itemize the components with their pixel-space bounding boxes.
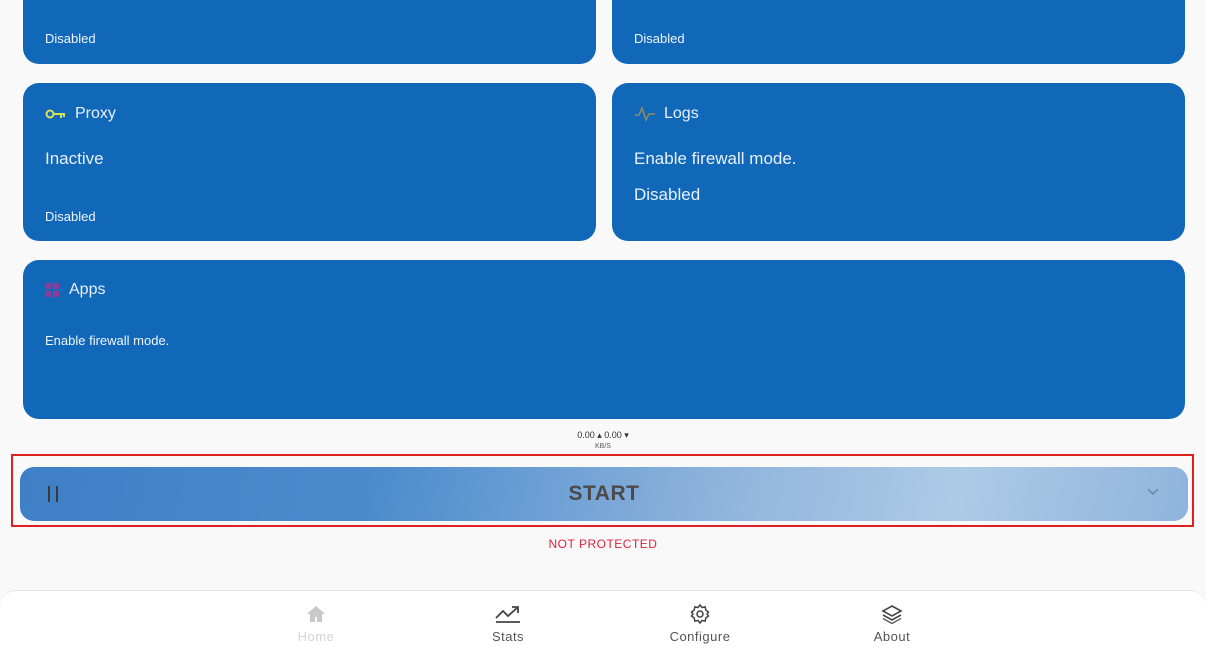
apps-card-title: Apps — [69, 281, 106, 298]
chevron-down-icon[interactable] — [1146, 487, 1160, 497]
dns-card[interactable]: Disabled — [23, 0, 596, 64]
pause-icon — [48, 486, 64, 502]
protection-status: NOT PROTECTED — [548, 537, 658, 551]
proxy-card-status: Disabled — [45, 209, 96, 224]
nav-about[interactable]: About — [832, 601, 952, 644]
firewall-card-status: Disabled — [634, 31, 685, 46]
logs-card-title-row: Logs — [634, 105, 699, 123]
logs-card-status: Disabled — [634, 185, 701, 204]
nav-configure-label: Configure — [669, 629, 731, 644]
grid-icon — [45, 282, 59, 298]
logs-card-title: Logs — [664, 105, 699, 122]
home-icon — [256, 601, 376, 627]
apps-card[interactable]: Apps Enable firewall mode. — [23, 260, 1185, 419]
nav-about-label: About — [873, 629, 911, 644]
nav-home-label: Home — [297, 629, 335, 644]
gear-icon — [640, 601, 760, 627]
apps-card-description: Enable firewall mode. — [45, 333, 170, 348]
proxy-card-value: Inactive — [45, 149, 104, 168]
stats-icon — [448, 601, 568, 627]
dns-card-status: Disabled — [45, 31, 96, 46]
key-icon — [45, 106, 67, 122]
traffic-rates-unit: KB/S — [595, 443, 611, 450]
pulse-icon — [634, 106, 656, 122]
proxy-card-title: Proxy — [75, 105, 116, 122]
traffic-rates: 0.00 ▴ 0.00 ▾ KB/S — [0, 430, 1206, 452]
layers-icon — [832, 601, 952, 627]
proxy-card-title-row: Proxy — [45, 105, 116, 123]
start-button[interactable]: START — [20, 467, 1188, 521]
traffic-rates-values: 0.00 ▴ 0.00 ▾ — [577, 430, 629, 440]
nav-stats[interactable]: Stats — [448, 601, 568, 644]
start-button-label: START — [568, 482, 640, 505]
nav-home[interactable]: Home — [256, 601, 376, 644]
bottom-nav: Home Stats Configure About — [0, 590, 1206, 651]
logs-card-value: Enable firewall mode. — [634, 149, 797, 168]
nav-configure[interactable]: Configure — [640, 601, 760, 644]
logs-card[interactable]: Logs Enable firewall mode. Disabled — [612, 83, 1185, 241]
firewall-card[interactable]: Disabled — [612, 0, 1185, 64]
proxy-card[interactable]: Proxy Inactive Disabled — [23, 83, 596, 241]
apps-card-title-row: Apps — [45, 281, 105, 299]
nav-stats-label: Stats — [491, 629, 525, 644]
